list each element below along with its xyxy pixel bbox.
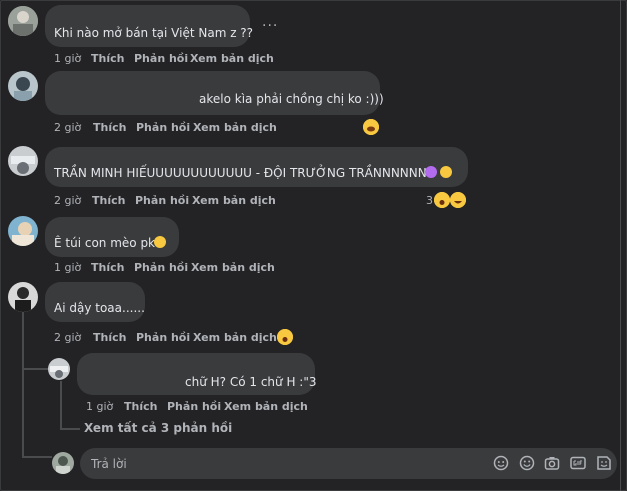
translate-button[interactable]: Xem bản dịch xyxy=(192,194,276,207)
comment-meta: 1 giờ Thích Phản hồi Xem bản dịch xyxy=(54,52,314,66)
sticker-icon[interactable] xyxy=(596,455,612,471)
avatar-image xyxy=(8,71,38,101)
reply-button[interactable]: Phản hồi xyxy=(136,121,190,134)
avatar-image xyxy=(8,6,38,36)
avatar[interactable] xyxy=(8,6,38,36)
comment-time[interactable]: 1 giờ xyxy=(54,52,81,65)
reply-text: chữ H? Có 1 chữ H :"3 xyxy=(185,375,317,389)
comment-time[interactable]: 1 giờ xyxy=(54,261,81,274)
comment-time[interactable]: 2 giờ xyxy=(54,121,81,134)
like-button[interactable]: Thích xyxy=(93,121,126,134)
reply-button[interactable]: Phản hồi xyxy=(134,52,188,65)
avatar[interactable] xyxy=(48,358,70,380)
comment-bubble: TRẦN MINH HIẾUUUUUUUUUUUU - ĐỘI TRƯỞNG T… xyxy=(45,147,468,187)
reply-composer xyxy=(80,448,617,479)
thread-line-nested-end xyxy=(60,428,80,430)
reply-bubble: chữ H? Có 1 chữ H :"3 xyxy=(77,353,317,395)
comment-meta: 1 giờ Thích Phản hồi Xem bản dịch xyxy=(54,261,314,275)
translate-button[interactable]: Xem bản dịch xyxy=(224,400,308,413)
comment-text: Ê túi con mèo pk xyxy=(54,236,156,250)
reply-time[interactable]: 1 giờ xyxy=(86,400,113,413)
thread-line-reply xyxy=(22,368,48,370)
emoji-icon[interactable] xyxy=(519,455,535,471)
avatar-image xyxy=(52,452,74,474)
grinning-emoji-icon xyxy=(363,119,379,135)
reply-button[interactable]: Phản hồi xyxy=(134,261,188,274)
comment-meta: 2 giờ Thích Phản hồi Xem bản dịch xyxy=(54,121,314,135)
like-button[interactable]: Thích xyxy=(91,261,124,274)
like-button[interactable]: Thích xyxy=(92,194,125,207)
comment-meta: 2 giờ Thích Phản hồi Xem bản dịch xyxy=(54,194,314,208)
view-all-replies-link[interactable]: Xem tất cả 3 phản hồi xyxy=(84,421,232,435)
translate-button[interactable]: Xem bản dịch xyxy=(190,52,274,65)
comment-bubble: Ai dậy toaa...... xyxy=(45,282,145,322)
reply-button[interactable]: Phản hồi xyxy=(135,194,189,207)
comment-bubble: Ê túi con mèo pk xyxy=(45,217,179,257)
comment-text: TRẦN MINH HIẾUUUUUUUUUUUU - ĐỘI TRƯỞNG T… xyxy=(54,166,436,180)
translate-button[interactable]: Xem bản dịch xyxy=(193,121,277,134)
sunglasses-emoji-icon xyxy=(440,166,452,178)
thread-line-nested xyxy=(60,381,62,429)
translate-button[interactable]: Xem bản dịch xyxy=(191,261,275,274)
haha-reaction-icon xyxy=(450,192,466,208)
comment-bubble: Khi nào mở bán tại Việt Nam z ?? xyxy=(45,5,254,47)
camera-icon[interactable] xyxy=(544,455,560,471)
avatar-image xyxy=(48,358,70,380)
avatar[interactable] xyxy=(8,146,38,176)
reaction-count[interactable]: 3 xyxy=(426,194,433,207)
wow-reaction-icon xyxy=(434,192,450,208)
comment-meta: 2 giờ Thích Phản hồi Xem bản dịch xyxy=(54,331,314,345)
like-button[interactable]: Thích xyxy=(91,52,124,65)
avatar[interactable] xyxy=(8,216,38,246)
comment-text: akelo kìa phải chồng chị ko :))) xyxy=(199,92,384,106)
more-options-button[interactable]: ··· xyxy=(262,18,278,34)
comment-time[interactable]: 2 giờ xyxy=(54,331,81,344)
reply-input[interactable] xyxy=(89,454,473,474)
comment-time[interactable]: 2 giờ xyxy=(54,194,81,207)
reply-button[interactable]: Phản hồi xyxy=(167,400,221,413)
gif-icon[interactable] xyxy=(570,455,586,471)
reply-button[interactable]: Phản hồi xyxy=(136,331,190,344)
wow-reaction-icon xyxy=(277,329,293,345)
thread-line-curve xyxy=(22,456,52,458)
avatar[interactable] xyxy=(8,71,38,101)
comment-text: Khi nào mở bán tại Việt Nam z ?? xyxy=(54,26,254,40)
avatar-sticker-icon[interactable] xyxy=(493,455,509,471)
panel-scrollbar-track[interactable] xyxy=(620,0,621,491)
reaction-count-number: 3 xyxy=(426,194,433,207)
avatar-image xyxy=(8,216,38,246)
comment-text: Ai dậy toaa...... xyxy=(54,301,145,315)
like-button[interactable]: Thích xyxy=(124,400,157,413)
thread-line xyxy=(22,312,24,457)
avatar[interactable] xyxy=(8,282,38,312)
like-button[interactable]: Thích xyxy=(93,331,126,344)
laughing-emoji-icon xyxy=(154,236,166,248)
avatar-image xyxy=(8,282,38,312)
avatar-image xyxy=(8,146,38,176)
star-struck-emoji-icon xyxy=(425,166,437,178)
reply-meta: 1 giờ Thích Phản hồi Xem bản dịch xyxy=(86,400,346,414)
translate-button[interactable]: Xem bản dịch xyxy=(193,331,277,344)
comment-bubble: akelo kìa phải chồng chị ko :))) xyxy=(45,71,384,115)
current-user-avatar xyxy=(52,452,74,474)
